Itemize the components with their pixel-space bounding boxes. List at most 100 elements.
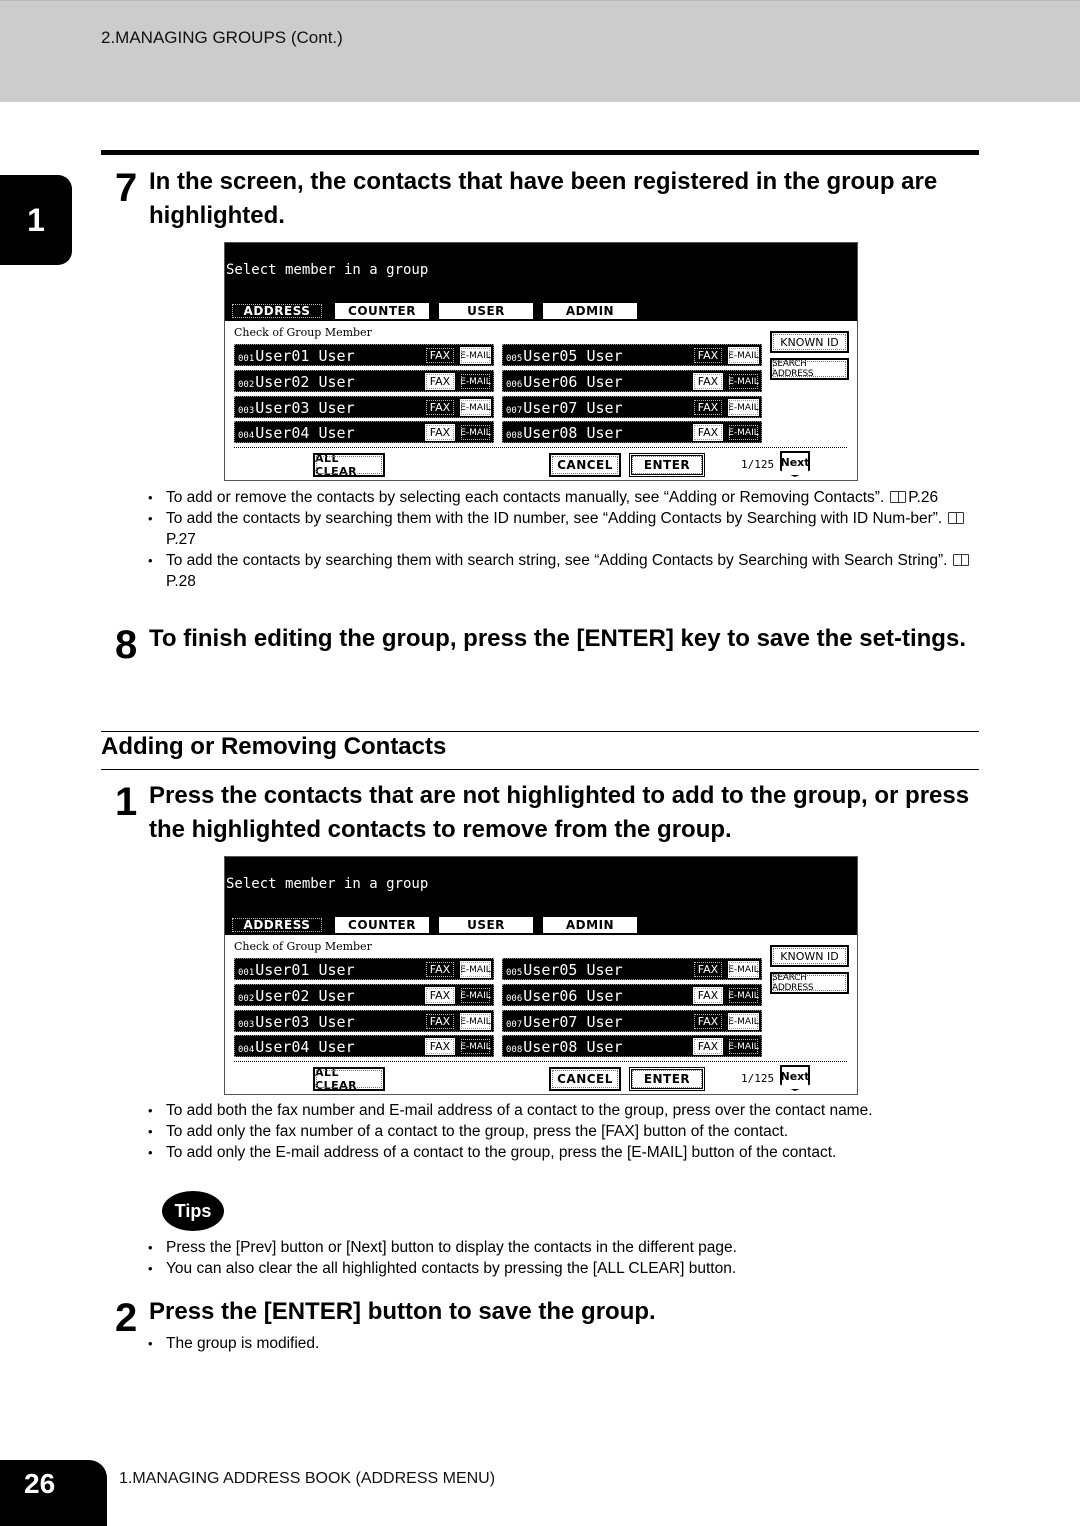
email-button[interactable]: E-MAIL (727, 960, 760, 979)
contact-row[interactable]: 008User08 User FAX E-MAIL (502, 421, 762, 443)
enter-button[interactable]: ENTER (629, 1067, 705, 1091)
contact-name-button[interactable]: 002User02 User (238, 987, 355, 1005)
search-address-button[interactable]: SEARCH ADDRESS (770, 358, 849, 380)
contact-id: 001 (238, 354, 255, 364)
page-reference-link[interactable]: P.27 (166, 531, 196, 548)
page-reference-link[interactable]: P.26 (908, 489, 938, 506)
fax-button[interactable]: FAX (424, 986, 456, 1005)
next-page-button[interactable]: Next (780, 1065, 810, 1091)
email-button[interactable]: E-MAIL (459, 1037, 492, 1056)
contact-row[interactable]: 007User07 User FAX E-MAIL (502, 396, 762, 418)
fax-button[interactable]: FAX (692, 986, 724, 1005)
contact-row[interactable]: 008User08 User FAX E-MAIL (502, 1035, 762, 1057)
section-top-rule (101, 150, 979, 155)
fax-button[interactable]: FAX (424, 1012, 456, 1031)
contact-name-button[interactable]: 003User03 User (238, 1013, 355, 1031)
contact-name: User07 User (523, 1013, 623, 1031)
contact-row[interactable]: 002User02 User FAX E-MAIL (234, 984, 494, 1006)
contact-row[interactable]: 004User04 User FAX E-MAIL (234, 1035, 494, 1057)
contact-id: 002 (238, 994, 255, 1004)
cancel-button[interactable]: CANCEL (549, 1067, 621, 1091)
contact-row[interactable]: 003User03 User FAX E-MAIL (234, 396, 494, 418)
fax-button[interactable]: FAX (692, 372, 724, 391)
fax-button[interactable]: FAX (424, 1037, 456, 1056)
contact-row[interactable]: 006User06 User FAX E-MAIL (502, 984, 762, 1006)
next-page-button[interactable]: Next (780, 451, 810, 477)
contact-row[interactable]: 001User01 User FAX E-MAIL (234, 344, 494, 366)
tab-user[interactable]: USER (437, 301, 535, 321)
cancel-button[interactable]: CANCEL (549, 453, 621, 477)
contact-name-button[interactable]: 006User06 User (506, 373, 623, 391)
email-button[interactable]: E-MAIL (459, 960, 492, 979)
known-id-button[interactable]: KNOWN ID (770, 945, 849, 967)
section-rule-top (101, 731, 979, 732)
contact-name-button[interactable]: 004User04 User (238, 1038, 355, 1056)
contact-row[interactable]: 002User02 User FAX E-MAIL (234, 370, 494, 392)
fax-button[interactable]: FAX (424, 423, 456, 442)
fax-button[interactable]: FAX (424, 346, 456, 365)
contact-name: User03 User (255, 1013, 355, 1031)
fax-button[interactable]: FAX (692, 1012, 724, 1031)
tab-admin[interactable]: ADMIN (541, 301, 639, 321)
step-heading: To finish editing the group, press the [… (149, 625, 966, 652)
email-button[interactable]: E-MAIL (727, 398, 760, 417)
email-button[interactable]: E-MAIL (459, 986, 492, 1005)
page-reference-link[interactable]: P.28 (166, 573, 196, 590)
fax-button[interactable]: FAX (692, 346, 724, 365)
contact-name-button[interactable]: 003User03 User (238, 399, 355, 417)
contact-name-button[interactable]: 008User08 User (506, 1038, 623, 1056)
contact-row[interactable]: 005User05 User FAX E-MAIL (502, 344, 762, 366)
contact-name-button[interactable]: 007User07 User (506, 399, 623, 417)
contact-name-button[interactable]: 002User02 User (238, 373, 355, 391)
contact-name-button[interactable]: 006User06 User (506, 987, 623, 1005)
fax-button[interactable]: FAX (424, 398, 456, 417)
enter-button[interactable]: ENTER (629, 453, 705, 477)
contact-name: User04 User (255, 424, 355, 442)
contact-name-button[interactable]: 001User01 User (238, 961, 355, 979)
step-number: 8 (115, 623, 138, 667)
email-button[interactable]: E-MAIL (459, 346, 492, 365)
contact-row[interactable]: 004User04 User FAX E-MAIL (234, 421, 494, 443)
tab-user[interactable]: USER (437, 915, 535, 935)
email-button[interactable]: E-MAIL (459, 1012, 492, 1031)
tab-address[interactable]: ADDRESS (229, 915, 325, 935)
email-button[interactable]: E-MAIL (727, 1037, 760, 1056)
tab-address[interactable]: ADDRESS (229, 301, 325, 321)
fax-button[interactable]: FAX (424, 960, 456, 979)
email-button[interactable]: E-MAIL (727, 372, 760, 391)
tab-counter[interactable]: COUNTER (333, 301, 431, 321)
fax-button[interactable]: FAX (424, 372, 456, 391)
fax-button[interactable]: FAX (692, 960, 724, 979)
sub-step-1-notes: To add both the fax number and E-mail ad… (148, 1100, 978, 1163)
all-clear-button[interactable]: ALL CLEAR (313, 452, 385, 478)
tab-admin[interactable]: ADMIN (541, 915, 639, 935)
fax-button[interactable]: FAX (692, 398, 724, 417)
contact-name-button[interactable]: 008User08 User (506, 424, 623, 442)
fax-button[interactable]: FAX (692, 423, 724, 442)
contact-name-button[interactable]: 004User04 User (238, 424, 355, 442)
book-reference-icon (953, 554, 970, 566)
contact-row[interactable]: 007User07 User FAX E-MAIL (502, 1010, 762, 1032)
contact-row[interactable]: 006User06 User FAX E-MAIL (502, 370, 762, 392)
contact-name: User08 User (523, 1038, 623, 1056)
email-button[interactable]: E-MAIL (459, 423, 492, 442)
contact-name-button[interactable]: 001User01 User (238, 347, 355, 365)
email-button[interactable]: E-MAIL (727, 423, 760, 442)
contact-row[interactable]: 003User03 User FAX E-MAIL (234, 1010, 494, 1032)
fax-button[interactable]: FAX (692, 1037, 724, 1056)
email-button[interactable]: E-MAIL (727, 986, 760, 1005)
search-address-button[interactable]: SEARCH ADDRESS (770, 972, 849, 994)
all-clear-button[interactable]: ALL CLEAR (313, 1066, 385, 1092)
contact-name-button[interactable]: 005User05 User (506, 347, 623, 365)
tab-counter[interactable]: COUNTER (333, 915, 431, 935)
contact-name-button[interactable]: 005User05 User (506, 961, 623, 979)
email-button[interactable]: E-MAIL (727, 346, 760, 365)
known-id-button[interactable]: KNOWN ID (770, 331, 849, 353)
email-button[interactable]: E-MAIL (459, 372, 492, 391)
step-7: 7 In the screen, the contacts that have … (101, 165, 979, 235)
contact-row[interactable]: 001User01 User FAX E-MAIL (234, 958, 494, 980)
email-button[interactable]: E-MAIL (459, 398, 492, 417)
email-button[interactable]: E-MAIL (727, 1012, 760, 1031)
contact-name-button[interactable]: 007User07 User (506, 1013, 623, 1031)
contact-row[interactable]: 005User05 User FAX E-MAIL (502, 958, 762, 980)
